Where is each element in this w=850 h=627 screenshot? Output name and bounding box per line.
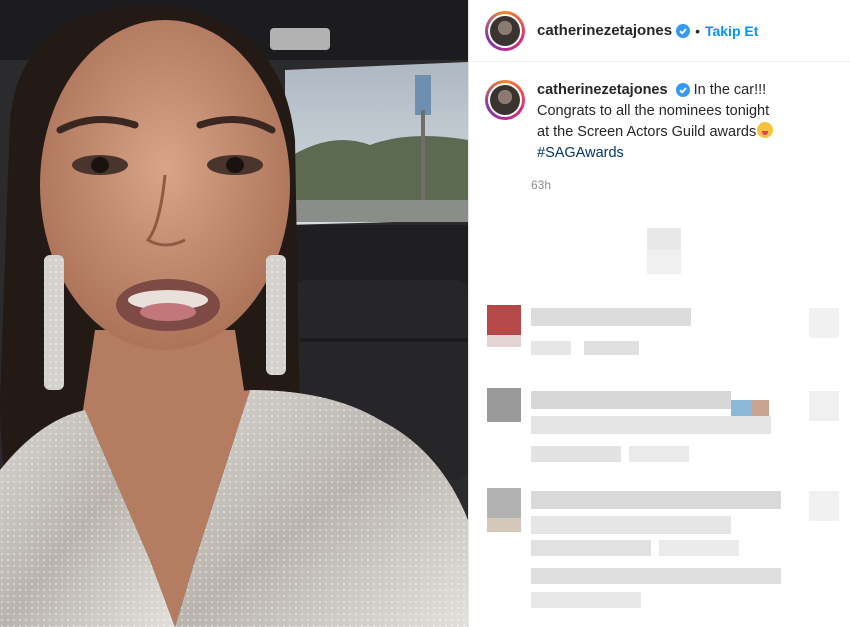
blurred-comment [469, 305, 850, 365]
blurred-comment [469, 388, 850, 473]
follow-button[interactable]: Takip Et [705, 23, 758, 39]
caption: catherinezetajones In the car!!! Congrat… [469, 62, 850, 164]
separator-dot: • [695, 22, 700, 39]
post-panel: catherinezetajones • Takip Et catherinez… [468, 0, 850, 627]
hashtag-link[interactable]: #SAGAwards [537, 145, 624, 161]
post-timestamp: 63h [531, 178, 552, 192]
verified-badge-icon [675, 83, 690, 98]
verified-badge-icon [676, 23, 691, 38]
tongue-emoji-icon [757, 122, 774, 138]
post-video[interactable] [0, 0, 468, 627]
blurred-comment [469, 488, 850, 618]
post-header: catherinezetajones • Takip Et [469, 0, 850, 62]
caption-line-1: In the car!!! [693, 82, 767, 98]
caption-line-3: at the Screen Actors Guild awards [537, 124, 757, 140]
blurred-comment [469, 228, 850, 278]
profile-avatar[interactable] [485, 10, 525, 51]
video-frame-image [0, 0, 468, 627]
caption-line-2: Congrats to all the nominees tonight [537, 103, 770, 119]
caption-username[interactable]: catherinezetajones [537, 82, 668, 98]
header-username[interactable]: catherinezetajones [537, 22, 672, 39]
caption-text: catherinezetajones In the car!!! Congrat… [537, 80, 827, 164]
caption-avatar[interactable] [485, 80, 525, 120]
